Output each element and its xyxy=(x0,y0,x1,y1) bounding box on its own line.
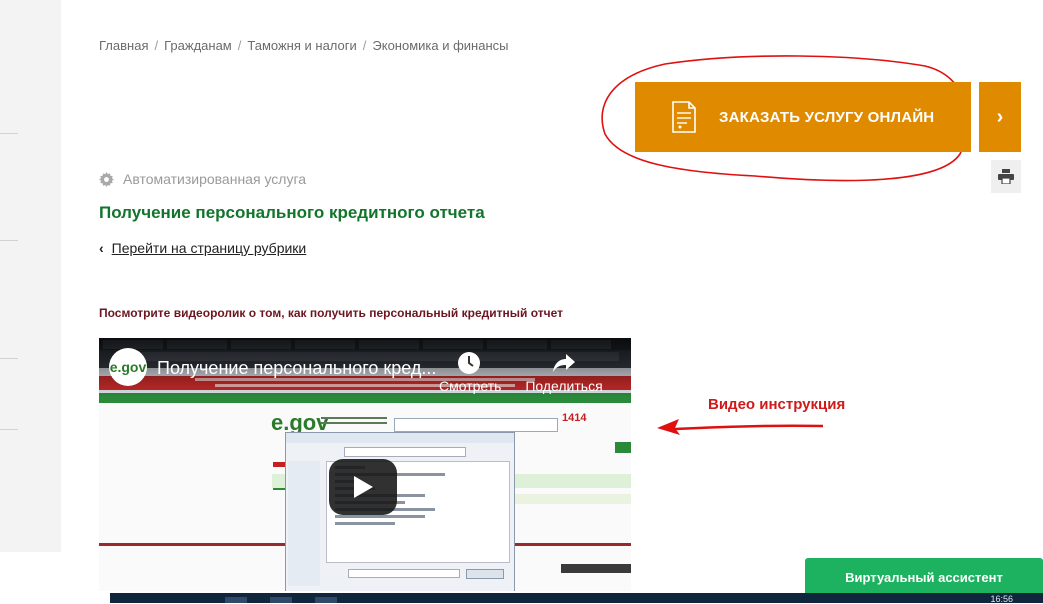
play-button[interactable] xyxy=(329,459,397,515)
print-button[interactable] xyxy=(991,160,1021,193)
breadcrumb-separator: / xyxy=(237,38,242,53)
breadcrumb-separator: / xyxy=(154,38,159,53)
order-button-label: ЗАКАЗАТЬ УСЛУГУ ОНЛАЙН xyxy=(719,108,935,126)
watch-later-button[interactable]: Смотреть xyxy=(439,350,502,394)
gear-icon xyxy=(99,171,114,187)
os-taskbar: 16:56 xyxy=(110,593,1043,604)
video-player[interactable]: e.gov 1414 e.gov Получение персонального… xyxy=(99,338,631,591)
breadcrumb-home[interactable]: Главная xyxy=(99,38,148,53)
sidebar-divider xyxy=(0,240,18,241)
document-icon xyxy=(672,101,696,133)
service-type: Автоматизированная услуга xyxy=(99,171,306,187)
order-arrow-button[interactable]: › xyxy=(979,82,1021,152)
breadcrumb-economy-finance[interactable]: Экономика и финансы xyxy=(372,38,508,53)
red-arrow-annotation xyxy=(657,419,824,435)
video-frame-file-dialog xyxy=(285,432,515,591)
watch-later-label: Смотреть xyxy=(439,378,502,394)
printer-icon xyxy=(998,169,1014,184)
taskbar-item[interactable] xyxy=(270,597,292,603)
share-button[interactable]: Поделиться xyxy=(524,350,604,394)
service-type-label: Автоматизированная услуга xyxy=(123,171,307,187)
chevron-left-icon: ‹ xyxy=(99,240,104,256)
sidebar-divider xyxy=(0,358,18,359)
virtual-assistant-label: Виртуальный ассистент xyxy=(845,569,1003,585)
play-icon xyxy=(354,476,373,498)
breadcrumb-citizens[interactable]: Гражданам xyxy=(164,38,232,53)
taskbar-item[interactable] xyxy=(225,597,247,603)
page-title: Получение персонального кредитного отчет… xyxy=(99,203,485,222)
share-icon xyxy=(553,354,575,372)
chevron-right-icon: › xyxy=(996,105,1004,128)
back-to-category-link[interactable]: ‹ Перейти на страницу рубрики xyxy=(99,240,306,256)
sidebar-divider xyxy=(0,429,18,430)
video-instruction-annotation: Видео инструкция xyxy=(708,396,846,413)
sidebar-divider xyxy=(0,133,18,134)
virtual-assistant-button[interactable]: Виртуальный ассистент xyxy=(805,558,1043,596)
taskbar-item[interactable] xyxy=(315,597,337,603)
breadcrumb-separator: / xyxy=(362,38,367,53)
clock-icon xyxy=(458,352,480,374)
video-caption: Посмотрите видеоролик о том, как получит… xyxy=(99,306,563,320)
share-label: Поделиться xyxy=(525,378,603,394)
breadcrumb-customs-taxes[interactable]: Таможня и налоги xyxy=(247,38,356,53)
video-title[interactable]: Получение персонального кред... xyxy=(157,358,436,379)
left-sidebar xyxy=(0,0,61,552)
video-frame-phone: 1414 xyxy=(562,412,587,424)
back-link-label: Перейти на страницу рубрики xyxy=(111,240,307,256)
channel-avatar[interactable]: e.gov xyxy=(109,348,147,386)
breadcrumb: Главная / Гражданам / Таможня и налоги / Эконо… xyxy=(99,38,508,53)
order-service-online-button[interactable]: ЗАКАЗАТЬ УСЛУГУ ОНЛАЙН xyxy=(635,82,971,152)
